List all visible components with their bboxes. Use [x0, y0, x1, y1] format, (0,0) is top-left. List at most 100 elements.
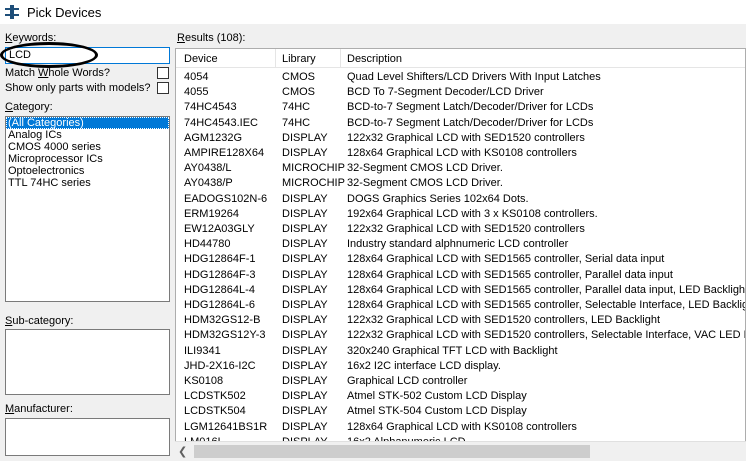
table-row[interactable]: LCDSTK504 DISPLAY Atmel STK-504 Custom LCD…	[176, 403, 745, 418]
device-cell: AGM1232G	[184, 131, 243, 144]
category-item[interactable]: Microprocessor ICs	[6, 153, 169, 165]
device-cell: 4055	[184, 86, 209, 99]
library-cell: DISPLAY	[282, 131, 328, 144]
library-cell: DISPLAY	[282, 314, 328, 327]
description-cell: 128x64 Graphical LCD with KS0108 control…	[347, 147, 577, 159]
category-item[interactable]: Optoelectronics	[6, 165, 169, 177]
table-row[interactable]: 74HC4543.IEC 74HC BCD-to-7 Segment Latch/D…	[176, 115, 745, 130]
library-cell: DISPLAY	[282, 420, 328, 433]
library-cell: CMOS	[282, 71, 315, 83]
category-list[interactable]: (All Categories) Analog ICs CMOS 4000 seri…	[5, 116, 170, 302]
library-cell: DISPLAY	[282, 192, 328, 205]
device-cell: HDG12864L-4	[184, 283, 255, 296]
table-row[interactable]: EW12A03GLY DISPLAY 122x32 Graphical LCD wi…	[176, 221, 745, 236]
table-row[interactable]: 4054 CMOS Quad Level Shifters/LCD Drivers …	[176, 69, 745, 84]
column-description[interactable]: Description	[347, 53, 402, 65]
table-row[interactable]: 4055 CMOS BCD To 7-Segment Decoder/LCD Dri…	[176, 84, 745, 99]
device-cell: HD44780	[184, 238, 231, 251]
table-row[interactable]: HDG12864L-4 DISPLAY 128x64 Graphical LCD w…	[176, 282, 745, 297]
manufacturer-label: Manufacturer:	[5, 403, 73, 415]
table-row[interactable]: JHD-2X16-I2C DISPLAY 16x2 I2C interface LC…	[176, 358, 745, 373]
table-row[interactable]: AMPIRE128X64 DISPLAY 128x64 Graphical LCD …	[176, 145, 745, 160]
title-bar: Pick Devices	[0, 0, 746, 24]
device-cell: LCDSTK502	[184, 390, 246, 403]
horizontal-scrollbar[interactable]: ❮	[175, 441, 746, 461]
device-cell: 4054	[184, 71, 209, 83]
description-cell: Atmel STK-502 Custom LCD Display	[347, 390, 527, 403]
device-cell: HDG12864F-3	[184, 268, 256, 281]
device-cell: HDM32GS12-B	[184, 314, 261, 327]
description-cell: BCD To 7-Segment Decoder/LCD Driver	[347, 86, 544, 99]
table-row[interactable]: LGM12641BS1R DISPLAY 128x64 Graphical LCD …	[176, 419, 745, 434]
description-cell: Graphical LCD controller	[347, 375, 468, 387]
keywords-input[interactable]: LCD	[5, 47, 170, 64]
description-cell: 122x32 Graphical LCD with SED1520 contro…	[347, 223, 585, 235]
table-row[interactable]: HDM32GS12Y-3 DISPLAY 122x32 Graphical LCD …	[176, 327, 745, 342]
library-cell: DISPLAY	[282, 253, 328, 266]
device-cell: 74HC4543.IEC	[184, 116, 258, 129]
description-cell: BCD-to-7 Segment Latch/Decoder/Driver fo…	[347, 116, 594, 129]
results-label: Results (108):	[177, 32, 246, 44]
description-cell: 128x64 Graphical LCD with SED1565 contro…	[347, 268, 673, 281]
description-cell: Industry standard alphnumeric LCD contro…	[347, 238, 569, 251]
table-row[interactable]: KS0108 DISPLAY Graphical LCD controller	[176, 373, 745, 388]
column-library[interactable]: Library	[282, 53, 316, 65]
description-cell: 128x64 Graphical LCD with SED1565 contro…	[347, 283, 746, 296]
library-cell: 74HC	[282, 116, 311, 129]
library-cell: DISPLAY	[282, 359, 328, 372]
library-cell: DISPLAY	[282, 390, 328, 403]
description-cell: 122x32 Graphical LCD with SED1520 contro…	[347, 131, 585, 144]
device-cell: AY0438/P	[184, 177, 233, 190]
category-item[interactable]: TTL 74HC series	[6, 177, 169, 189]
table-row[interactable]: LCDSTK502 DISPLAY Atmel STK-502 Custom LCD…	[176, 388, 745, 403]
description-cell: BCD-to-7 Segment Latch/Decoder/Driver fo…	[347, 101, 594, 114]
match-whole-words-label: Match Whole Words?	[5, 67, 110, 79]
table-row[interactable]: EADOGS102N-6 DISPLAY DOGS Graphics Series …	[176, 191, 745, 206]
table-row[interactable]: AY0438/L MICROCHIP 32-Segment CMOS LCD Dri…	[176, 160, 745, 175]
library-cell: MICROCHIP	[282, 162, 345, 175]
subcategory-list[interactable]	[5, 329, 170, 395]
show-models-checkbox[interactable]	[157, 82, 169, 94]
device-cell: EW12A03GLY	[184, 223, 255, 235]
manufacturer-list[interactable]	[5, 418, 170, 456]
description-cell: DOGS Graphics Series 102x64 Dots.	[347, 192, 529, 205]
table-row[interactable]: HDM32GS12-B DISPLAY 122x32 Graphical LCD w…	[176, 312, 745, 327]
chevron-left-icon[interactable]: ❮	[178, 445, 187, 458]
category-item[interactable]: (All Categories)	[6, 117, 169, 129]
table-row[interactable]: 74HC4543 74HC BCD-to-7 Segment Latch/Decod…	[176, 99, 745, 114]
library-cell: DISPLAY	[282, 268, 328, 281]
results-table[interactable]: Device Library Description 4054 CMOS Quad …	[175, 48, 746, 461]
library-cell: DISPLAY	[282, 223, 328, 235]
table-row[interactable]: AGM1232G DISPLAY 122x32 Graphical LCD with…	[176, 130, 745, 145]
scrollbar-thumb[interactable]	[194, 445, 590, 458]
show-models-label: Show only parts with models?	[5, 82, 151, 94]
library-cell: 74HC	[282, 101, 311, 114]
category-item[interactable]: CMOS 4000 series	[6, 141, 169, 153]
table-row[interactable]: HD44780 DISPLAY Industry standard alphnume…	[176, 236, 745, 251]
device-cell: HDM32GS12Y-3	[184, 329, 266, 342]
library-cell: DISPLAY	[282, 207, 328, 220]
chip-icon	[5, 5, 19, 19]
device-cell: AMPIRE128X64	[184, 147, 265, 159]
table-row[interactable]: ILI9341 DISPLAY 320x240 Graphical TFT LCD …	[176, 343, 745, 358]
table-row[interactable]: HDG12864F-1 DISPLAY 128x64 Graphical LCD w…	[176, 251, 745, 266]
description-cell: 192x64 Graphical LCD with 3 x KS0108 con…	[347, 207, 598, 220]
column-device[interactable]: Device	[184, 53, 218, 65]
device-cell: HDG12864L-6	[184, 299, 255, 311]
library-cell: DISPLAY	[282, 299, 328, 311]
match-whole-words-checkbox[interactable]	[157, 67, 169, 79]
table-row[interactable]: HDG12864F-3 DISPLAY 128x64 Graphical LCD w…	[176, 267, 745, 282]
description-cell: 122x32 Graphical LCD with SED1520 contro…	[347, 314, 661, 327]
description-cell: 16x2 I2C interface LCD display.	[347, 359, 501, 372]
device-cell: ILI9341	[184, 344, 221, 357]
table-row[interactable]: HDG12864L-6 DISPLAY 128x64 Graphical LCD w…	[176, 297, 745, 312]
table-row[interactable]: ERM19264 DISPLAY 192x64 Graphical LCD with…	[176, 206, 745, 221]
table-row[interactable]: AY0438/P MICROCHIP 32-Segment CMOS LCD Dri…	[176, 175, 745, 190]
description-cell: 320x240 Graphical TFT LCD with Backlight	[347, 344, 558, 357]
library-cell: DISPLAY	[282, 329, 328, 342]
library-cell: CMOS	[282, 86, 315, 99]
library-cell: DISPLAY	[282, 238, 328, 251]
device-cell: LGM12641BS1R	[184, 420, 268, 433]
description-cell: 128x64 Graphical LCD with SED1565 contro…	[347, 253, 665, 266]
category-item[interactable]: Analog ICs	[6, 129, 169, 141]
